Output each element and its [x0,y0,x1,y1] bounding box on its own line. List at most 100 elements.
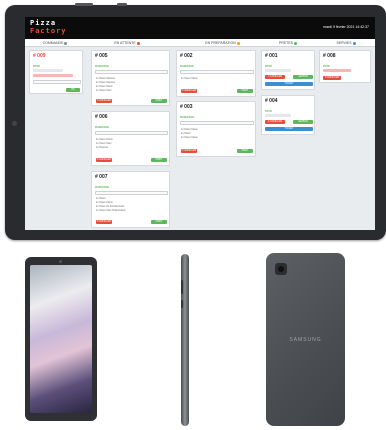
order-status: PAYE [265,64,273,68]
front-camera [59,260,62,263]
wallpaper-screen [30,265,92,413]
order-item: 1x Xxxxx [96,197,106,200]
order-card[interactable]: # 003 RAMASSE 1x Xxxxx Xxxxx 1x Xxxxx 1x… [176,101,256,157]
order-id: # 006 [95,114,108,120]
order-note-field[interactable] [95,70,168,74]
tablet-side-profile [181,254,189,426]
status-dot-icon [352,41,356,45]
order-status: PAYE [323,64,331,68]
order-status: RAMASSE [95,64,109,68]
app-header: Pizza Factory mardi 9 février 2021 14:42… [25,17,375,39]
order-card[interactable]: # 009 PAYE OK [29,50,83,94]
front-camera [12,121,17,126]
ready-button[interactable]: PRET [237,89,253,93]
status-dot-icon [236,41,240,45]
power-key [181,300,183,308]
ready-button[interactable]: PRET [237,149,253,153]
logo-line-1: Pizza [30,19,57,27]
order-detail-line [265,69,291,72]
column-header-pretes: PRETES [259,41,317,45]
order-item: 1x Xxxxx Xxxxx [181,77,198,80]
ready-button[interactable]: PRET [151,99,167,103]
order-id: # 007 [95,174,108,180]
order-note-field[interactable] [180,121,254,125]
order-status: PAYE [33,64,41,68]
ticket-button[interactable]: TICKET [265,82,313,86]
cancel-button[interactable]: X ANNULER [265,120,285,124]
order-id: # 009 [33,53,46,59]
order-card[interactable]: # 001 PAYE X ANNULER SERVIR TICKET [261,50,315,90]
volume-key [75,3,93,6]
cancel-button[interactable]: X ANNULER [181,149,197,153]
order-item: 1x Xxxxxxx [96,146,108,149]
order-id: # 004 [265,98,278,104]
serve-button[interactable]: SERVIR [293,120,313,124]
cancel-button[interactable]: X ANNULER [96,158,112,162]
order-note-field[interactable] [180,70,254,74]
order-item: 1x Xxxxx Xxxx [96,89,112,92]
cancel-button[interactable]: X ANNULER [96,220,112,224]
order-item: 1x Xxxxx Xxxx [96,142,112,145]
ready-button[interactable]: PRET [151,158,167,162]
tablet-landscape: Pizza Factory mardi 9 février 2021 14:42… [5,3,386,240]
rear-camera-icon [275,263,287,275]
order-status: RAMASSE [180,64,194,68]
order-card[interactable]: # 002 RAMASSE 1x Xxxxx Xxxxx X ANNULER P… [176,50,256,97]
order-item: 1x Xxxxx Xxxxx [96,85,113,88]
ticket-button[interactable]: TICKET [265,127,313,131]
power-key [117,3,127,6]
order-note-field[interactable] [95,131,168,135]
app-screen: Pizza Factory mardi 9 février 2021 14:42… [25,17,375,230]
ok-button[interactable]: OK [66,88,80,92]
order-detail-line [323,69,351,72]
column-headers: COMMANDE EN ATTENTE EN PREPARATION PRETE… [25,39,375,47]
order-id: # 001 [265,53,278,59]
order-card[interactable]: # 006 RAMASSE 1x Xxxxx Xxxxx 1x Xxxxx Xx… [91,111,170,166]
app-logo: Pizza Factory [30,19,67,35]
header-datetime: mardi 9 février 2021 14:42:37 [323,25,369,29]
order-status: RAMASSE [95,185,109,189]
tablet-back: SAMSUNG [266,253,345,426]
order-item: 1x Xxxxx Xxxxx [96,201,113,204]
order-item: 1x Xxxxx Xxxxxxx [96,81,115,84]
column-header-servies: SERVIES [317,41,375,45]
order-id: # 002 [180,53,193,59]
order-status: RAMASSE [95,125,109,129]
column-header-commande: COMMANDE [25,41,85,45]
order-card[interactable]: # 007 RAMASSE 1x Xxxxx 1x Xxxxx Xxxxx 1x… [91,171,170,228]
order-detail-line [265,114,291,117]
cancel-button[interactable]: X ANNULER [265,75,285,79]
order-id: # 008 [323,53,336,59]
column-header-en-attente: EN ATTENTE [87,41,167,45]
order-id: # 003 [180,104,193,110]
order-item: 1x Xxxxx Xxxxx [96,138,113,141]
order-detail-line [33,69,63,72]
brand-logo: SAMSUNG [289,337,322,343]
status-dot-icon [64,41,68,45]
order-item: 1x Xxxxx [181,132,191,135]
volume-key [181,280,183,294]
order-item: 1x Xxxxx Xxxxx [181,128,198,131]
order-card[interactable]: # 008 PAYE X ANNULER [319,50,371,83]
order-card[interactable]: # 005 RAMASSE 1x Xxxxx Xxxxxxx 1x Xxxxx … [91,50,170,106]
cancel-button[interactable]: X ANNULER [181,89,197,93]
order-status: PAYE [265,109,273,113]
order-card[interactable]: # 004 PAYE X ANNULER SERVIR TICKET [261,95,315,135]
order-item: 1x Xxxxx Xxxx Xxxxxxxxxxx [96,209,126,212]
order-detail-line [33,74,73,77]
order-item: 1x Xxxxx Xxxxx [181,136,198,139]
cancel-button[interactable]: X ANNULER [323,76,341,80]
order-item: 1x Xxxxx Xxxxxxx [96,77,115,80]
order-status: RAMASSE [180,115,194,119]
order-id: # 005 [95,53,108,59]
order-note-field[interactable] [33,80,81,84]
ready-button[interactable]: PRET [151,220,167,224]
order-note-field[interactable] [95,191,168,195]
status-dot-icon [136,41,140,45]
tablet-portrait-front [25,257,97,421]
cancel-button[interactable]: X ANNULER [96,99,112,103]
serve-button[interactable]: SERVIR [293,75,313,79]
order-item: 1x Xxxxx Xx Xxxxxxxxxxxx [96,205,125,208]
logo-line-2: Factory [30,27,67,35]
status-dot-icon [294,41,297,45]
